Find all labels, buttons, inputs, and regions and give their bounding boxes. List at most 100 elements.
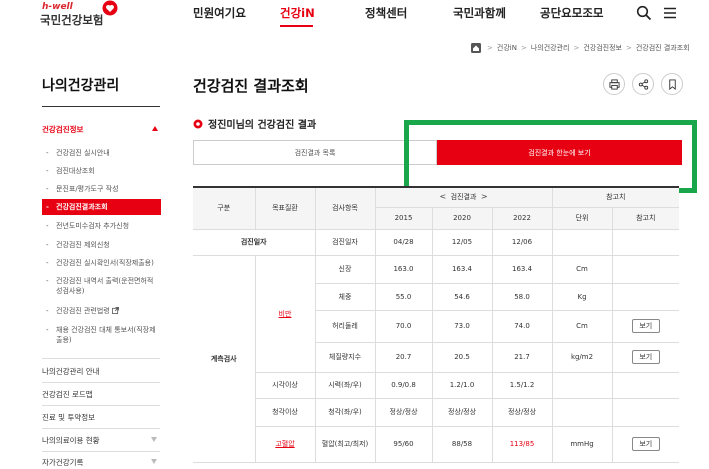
disease-obesity-link[interactable]: 비만 (255, 255, 316, 373)
cell-value: 163.0 (375, 255, 433, 284)
date-label: 검진일자 (193, 229, 316, 256)
nav-with-citizens[interactable]: 국민과함께 (453, 5, 506, 21)
header-year: 2015 (375, 207, 433, 230)
cell-item: 시력(좌/우) (315, 372, 376, 399)
nav-civil-service[interactable]: 민원여기요 (193, 5, 246, 21)
cell-value: 1.2/1.0 (432, 372, 493, 399)
sidebar-item-checkup-guide[interactable]: - 건강검진 실시안내 (46, 148, 158, 158)
sidebar-item-questionnaire[interactable]: - 문진표/평가도구 작성 (46, 184, 158, 194)
sidebar-item-history-print[interactable]: - 건강검진 내역서 출력(운전면허적성검사용) (46, 276, 158, 296)
home-icon[interactable] (471, 43, 481, 53)
site-header: h-well 국민건강보험 민원여기요 건강iN 정책센터 국민과함께 공단요모… (0, 0, 709, 30)
breadcrumb-separator: > (625, 44, 632, 52)
header-unit: 단위 (552, 207, 613, 230)
print-button[interactable] (603, 73, 625, 95)
cell-value: 정상/정상 (375, 398, 433, 427)
printer-icon (608, 78, 620, 90)
nav-about-corp[interactable]: 공단요모조모 (540, 5, 603, 21)
view-button[interactable]: 보기 (631, 319, 660, 333)
cell-value: 정상/정상 (432, 398, 493, 427)
sidebar-item-self-record[interactable]: 자가건강기록 (42, 457, 160, 468)
cell-value: 04/28 (375, 229, 433, 256)
dash-icon: - (46, 326, 49, 334)
cell-value: 20.5 (432, 342, 493, 373)
dash-icon: - (46, 241, 49, 249)
nav-health-in[interactable]: 건강iN (280, 5, 315, 21)
cell-item: 혈압(최고/최저) (315, 426, 376, 463)
breadcrumb-item[interactable]: 건강iN (497, 43, 517, 53)
cell-item: 검진일자 (315, 229, 376, 256)
view-button[interactable]: 보기 (631, 437, 660, 451)
sidebar-item-related-laws[interactable]: - 건강검진 관련법령 (46, 306, 158, 316)
cell-item: 신장 (315, 255, 376, 284)
chevron-left-icon[interactable]: < (440, 192, 447, 201)
dash-icon: - (46, 203, 49, 211)
sidebar-item-result-lookup[interactable]: - 건강검진결과조회 (42, 199, 161, 215)
share-button[interactable] (632, 73, 654, 95)
sidebar-divider (42, 451, 160, 452)
cell-value: 95/60 (375, 426, 433, 463)
search-icon[interactable] (636, 5, 652, 21)
table-row: 청각이상 청각(좌/우) 정상/정상 정상/정상 정상/정상 (193, 398, 680, 427)
breadcrumb-separator: > (520, 44, 527, 52)
sidebar-item-medical-usage[interactable]: 나의의료이용 현황 (42, 435, 160, 446)
bookmark-button[interactable] (661, 73, 683, 95)
cell-unit: Kg (552, 283, 613, 311)
sidebar-group-checkup-info[interactable]: 건강검진정보 (42, 124, 160, 135)
highlight-box (404, 120, 697, 193)
location-pin-icon (193, 119, 203, 128)
chevron-right-icon[interactable]: > (481, 192, 488, 201)
dash-icon: - (46, 259, 49, 267)
chevron-down-icon (151, 459, 157, 464)
nav-policy-center[interactable]: 정책센터 (365, 5, 407, 21)
logo-tagline: h-well (42, 2, 73, 12)
section-title-text: 정진미님의 건강검진 결과 (208, 120, 317, 131)
dash-icon: - (46, 167, 49, 175)
dash-icon: - (46, 149, 49, 157)
result-table: 구분 목표질환 검사항목 < 검진결과 > 참고치 2015 2020 2022… (193, 186, 680, 463)
cell-item: 청각(좌/우) (315, 398, 376, 427)
cell-value: 12/06 (492, 229, 553, 256)
header-results: < 검진결과 > (375, 186, 553, 208)
cell-value: 0.9/0.8 (375, 372, 433, 399)
header-test-item: 검사항목 (315, 186, 376, 230)
external-link-icon (111, 307, 119, 314)
tab-result-list[interactable]: 검진결과 목록 (193, 140, 437, 165)
sidebar-item-exclusion-request[interactable]: - 건강검진 제외신청 (46, 240, 158, 250)
cell-value: 88/58 (432, 426, 493, 463)
cell-value: 163.4 (432, 255, 493, 284)
cell-value: 1.5/1.2 (492, 372, 553, 399)
dash-icon: - (46, 277, 49, 285)
cell-value-abnormal: 113/85 (492, 426, 553, 463)
header-reference: 참고치 (552, 186, 680, 208)
cell-item: 체질량지수 (315, 342, 376, 373)
breadcrumb-item[interactable]: 나의건강관리 (531, 43, 570, 53)
cell-value: 12/05 (432, 229, 493, 256)
sidebar-divider (42, 358, 160, 359)
sidebar-title: 나의건강관리 (42, 78, 120, 94)
breadcrumb-separator: > (487, 44, 493, 52)
breadcrumb-separator: > (573, 44, 580, 52)
breadcrumb-item[interactable]: 건강검진정보 (583, 43, 622, 53)
hamburger-menu-icon[interactable] (662, 5, 678, 21)
bookmark-icon (668, 78, 676, 90)
site-logo[interactable]: h-well 국민건강보험 (40, 0, 130, 28)
view-button[interactable]: 보기 (631, 350, 660, 364)
breadcrumb-current: 건강검진 결과조회 (635, 44, 690, 52)
disease-hypertension-link[interactable]: 고혈압 (255, 426, 316, 463)
page-title: 건강검진 결과조회 (193, 77, 309, 95)
group-label: 계측검사 (193, 255, 256, 463)
sidebar-item-treatment[interactable]: 진료 및 투약정보 (42, 412, 160, 423)
table-row: 계측검사 비만 신장 163.0 163.4 163.4 Cm (193, 255, 680, 463)
cell-disease: 시각이상 (255, 372, 316, 399)
sidebar-divider (42, 382, 160, 383)
sidebar-item-target-lookup[interactable]: - 검진대상조회 (46, 166, 158, 176)
dash-icon: - (46, 185, 49, 193)
sidebar-item-hiring-notice[interactable]: - 채용 건강검진 대체 통보서(직장제출용) (46, 325, 158, 345)
sidebar-item-confirmation[interactable]: - 건강검진 실시확인서(직장제출용) (46, 258, 158, 268)
sidebar-item-late-application[interactable]: - 전년도미수검자 추가신청 (46, 221, 158, 231)
sidebar-divider (42, 106, 160, 107)
sidebar-item-roadmap[interactable]: 건강검진 로드맵 (42, 389, 160, 400)
cell-unit: Cm (552, 255, 613, 284)
sidebar-item-guide[interactable]: 나의건강관리 안내 (42, 366, 160, 377)
